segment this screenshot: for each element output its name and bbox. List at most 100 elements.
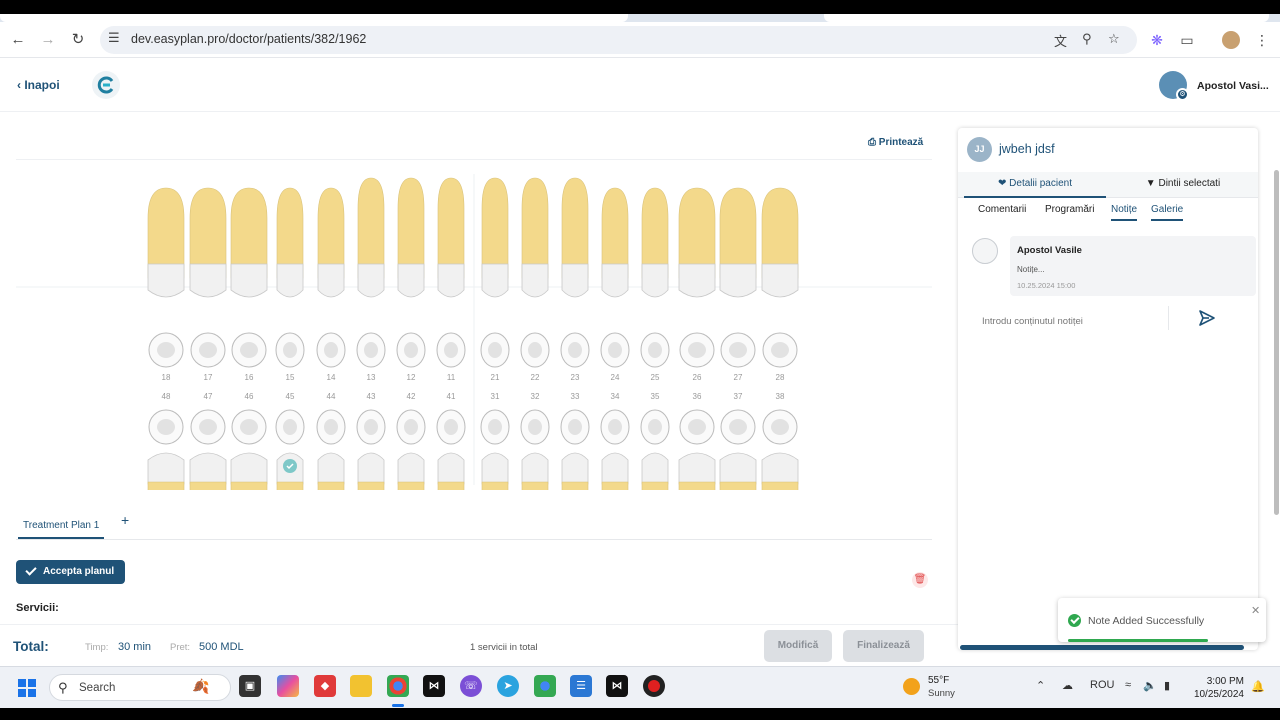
browser-tab-active[interactable]	[0, 14, 628, 22]
lower-tooth-occlusal-center[interactable]	[404, 419, 418, 435]
app-logo[interactable]	[92, 71, 120, 99]
taskbar-clock[interactable]: 3:00 PM 10/25/2024	[1188, 675, 1244, 701]
upper-tooth-occlusal-center[interactable]	[648, 342, 662, 358]
lower-tooth-root[interactable]	[189, 481, 227, 490]
upper-tooth-root[interactable]	[357, 177, 385, 279]
lower-tooth-root[interactable]	[481, 481, 509, 490]
extension-icon[interactable]: ❋	[1148, 31, 1166, 49]
translate-icon[interactable]: 文	[1054, 31, 1067, 50]
subtab-gallery[interactable]: Galerie	[1151, 204, 1184, 221]
upper-tooth-root[interactable]	[397, 177, 425, 279]
upper-tooth-occlusal-center[interactable]	[404, 342, 418, 358]
lower-tooth-root[interactable]	[521, 481, 549, 490]
capcut-2-icon[interactable]: ⋈	[606, 675, 628, 697]
bookmark-star-icon[interactable]: ☆	[1108, 31, 1120, 47]
lower-tooth-crown[interactable]	[189, 452, 227, 485]
lower-tooth-root[interactable]	[719, 481, 757, 490]
copilot-icon[interactable]	[277, 675, 299, 697]
network-icon[interactable]: ☁	[1062, 679, 1073, 692]
print-button[interactable]: ⎙ Printează	[868, 137, 923, 148]
back-arrow-icon[interactable]: ←	[8, 30, 28, 50]
upper-tooth-occlusal-center[interactable]	[568, 342, 582, 358]
add-plan-button[interactable]: +	[121, 512, 129, 528]
lower-tooth-occlusal-center[interactable]	[444, 419, 458, 435]
delete-plan-icon[interactable]: 🗑	[912, 572, 928, 588]
lower-tooth-occlusal-center[interactable]	[729, 419, 747, 435]
close-icon[interactable]: ✕	[1251, 604, 1260, 617]
lower-tooth-occlusal-center[interactable]	[568, 419, 582, 435]
upper-tooth-crown[interactable]	[561, 263, 589, 298]
task-view-icon[interactable]: ▣	[239, 675, 261, 697]
lower-tooth-crown[interactable]	[397, 452, 425, 485]
subtab-comments[interactable]: Comentarii	[978, 204, 1026, 219]
lower-tooth-root[interactable]	[437, 481, 465, 490]
zoom-icon[interactable]: ⚲	[1082, 31, 1092, 47]
lower-tooth-crown[interactable]	[561, 452, 589, 485]
lower-tooth-root[interactable]	[678, 481, 716, 490]
lower-tooth-root[interactable]	[147, 481, 185, 490]
lower-tooth-occlusal-center[interactable]	[608, 419, 622, 435]
lower-tooth-crown[interactable]	[678, 452, 716, 485]
lower-tooth-crown[interactable]	[317, 452, 345, 485]
doctor-name[interactable]: Apostol Vasi...	[1197, 80, 1269, 92]
lower-tooth-crown[interactable]	[641, 452, 669, 485]
telegram-icon[interactable]: ➤	[497, 675, 519, 697]
lower-tooth-occlusal-center[interactable]	[771, 419, 789, 435]
notification-bell-icon[interactable]: 🔔	[1251, 680, 1265, 693]
lower-tooth-root[interactable]	[561, 481, 589, 490]
browser-tab[interactable]	[824, 14, 1269, 22]
lower-tooth-root[interactable]	[761, 481, 799, 490]
upper-tooth-occlusal-center[interactable]	[771, 342, 789, 358]
taskbar-search[interactable]: ⚲ Search 🍂	[49, 674, 231, 701]
wifi-icon[interactable]: ≈	[1125, 679, 1131, 691]
lower-tooth-occlusal-center[interactable]	[528, 419, 542, 435]
subtab-notes[interactable]: Notițe	[1111, 204, 1138, 221]
upper-tooth-crown[interactable]	[230, 263, 268, 298]
doctor-avatar[interactable]: ⚙	[1159, 71, 1189, 101]
upper-tooth-occlusal-center[interactable]	[444, 342, 458, 358]
chrome-icon[interactable]	[387, 675, 409, 697]
modify-button[interactable]: Modifică	[764, 630, 832, 662]
upper-tooth-crown[interactable]	[437, 263, 465, 298]
send-icon[interactable]	[1198, 309, 1216, 327]
settings-gear-icon[interactable]: ⚙	[1176, 88, 1189, 101]
upper-tooth-occlusal-center[interactable]	[488, 342, 502, 358]
lower-tooth-occlusal-center[interactable]	[648, 419, 662, 435]
page-scrollbar[interactable]	[1274, 170, 1279, 515]
upper-tooth-root[interactable]	[437, 177, 465, 279]
lower-tooth-crown[interactable]	[230, 452, 268, 485]
lower-tooth-occlusal-center[interactable]	[364, 419, 378, 435]
accept-plan-button[interactable]: Accepta planul	[16, 560, 125, 584]
tab-treatment-plan-1[interactable]: Treatment Plan 1	[18, 510, 105, 539]
upper-tooth-crown[interactable]	[521, 263, 549, 298]
viber-icon[interactable]: ☏	[460, 675, 482, 697]
upper-tooth-crown[interactable]	[761, 263, 799, 298]
lower-tooth-root[interactable]	[230, 481, 268, 490]
subtab-appointments[interactable]: Programări	[1045, 204, 1094, 219]
file-explorer-icon[interactable]	[350, 675, 372, 697]
lower-tooth-crown[interactable]	[357, 452, 385, 485]
note-input[interactable]: Introdu conținutul notiței	[982, 316, 1083, 327]
upper-tooth-occlusal-center[interactable]	[199, 342, 217, 358]
upper-tooth-occlusal-center[interactable]	[283, 342, 297, 358]
upper-tooth-occlusal-center[interactable]	[688, 342, 706, 358]
anydesk-icon[interactable]: ◆	[314, 675, 336, 697]
windows-start-icon[interactable]	[18, 679, 36, 697]
upper-tooth-occlusal-center[interactable]	[528, 342, 542, 358]
upper-tooth-crown[interactable]	[678, 263, 716, 298]
battery-icon[interactable]: ▮	[1164, 679, 1170, 692]
upper-tooth-root[interactable]	[521, 177, 549, 279]
lower-tooth-occlusal-center[interactable]	[488, 419, 502, 435]
upper-tooth-crown[interactable]	[481, 263, 509, 298]
lower-tooth-root[interactable]	[357, 481, 385, 490]
upper-tooth-occlusal-center[interactable]	[729, 342, 747, 358]
notepad-icon[interactable]: ☰	[570, 675, 592, 697]
lower-tooth-root[interactable]	[276, 481, 304, 490]
upper-tooth-occlusal-center[interactable]	[608, 342, 622, 358]
tab-patient-details[interactable]: ❤ Detalii pacient	[964, 172, 1106, 198]
upper-tooth-crown[interactable]	[147, 263, 185, 298]
lower-tooth-occlusal-center[interactable]	[199, 419, 217, 435]
lower-tooth-root[interactable]	[397, 481, 425, 490]
lower-tooth-root[interactable]	[601, 481, 629, 490]
tab-selected-teeth[interactable]: ▼ Dintii selectati	[1114, 172, 1252, 198]
